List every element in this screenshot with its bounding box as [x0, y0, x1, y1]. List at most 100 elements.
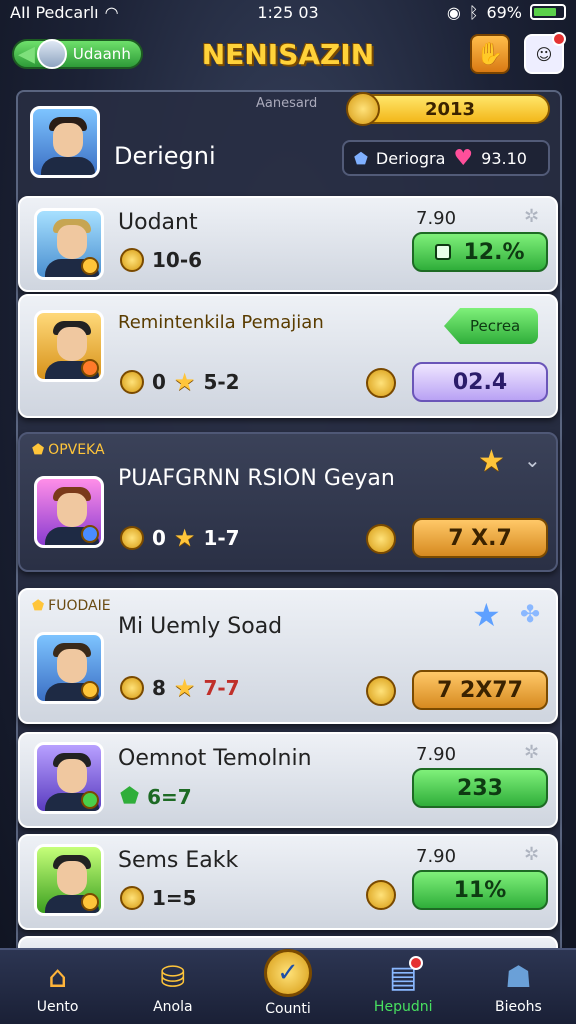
check-icon: ✓: [264, 949, 312, 997]
value-button[interactable]: 02.4: [412, 362, 548, 402]
stat-b-text: 5-2: [203, 370, 240, 394]
favorite-icon[interactable]: ✲: [524, 206, 539, 227]
player-name: Uodant: [118, 210, 198, 235]
stat-text: 6=7: [147, 784, 192, 809]
player-portrait: [30, 106, 100, 178]
price-label: 7 2X77: [437, 677, 523, 703]
back-label: Udaanh: [72, 45, 131, 63]
tag-text: FUODAIE: [48, 598, 111, 614]
avatar: [36, 39, 67, 69]
player-name: Remintenkila Pemajian: [118, 312, 324, 333]
hand-button[interactable]: ✋: [470, 34, 510, 74]
player-name: Oemnot Temolnin: [118, 746, 312, 771]
nav-label: Bieohs: [494, 999, 542, 1015]
stat-b-text: 7-7: [203, 676, 240, 700]
tag-text: OPVEKA: [48, 442, 105, 458]
player-stat: 0 ★ 1-7: [120, 524, 240, 552]
nav-label: Hepudni: [373, 999, 433, 1015]
list-item[interactable]: Uodant 10-6 7.90 ✲ 12.%: [18, 196, 558, 292]
list-item[interactable]: Sems Eakk 1=5 7.90 ✲ 11%: [18, 834, 558, 930]
bottom-nav: ⌂ Uento ⛁ Anola ✓ Counti ▤ Hepudni ☗ Bie…: [0, 948, 576, 1024]
nav-label: Uento: [36, 999, 79, 1015]
tag-icon: ⬟: [120, 784, 140, 809]
notification-dot: [552, 32, 566, 46]
stat-b-text: 1-7: [203, 526, 240, 550]
list-item[interactable]: Oemnot Temolnin ⬟ 6=7 7.90 ✲ 233: [18, 732, 558, 828]
coin-icon: [366, 676, 396, 706]
buy-label: 11%: [453, 877, 507, 903]
buy-button[interactable]: 233: [412, 768, 548, 808]
stat-label: Deriogra: [375, 148, 446, 168]
player-portrait: [34, 476, 104, 548]
player-stat: 8 ★ 7-7: [120, 674, 240, 702]
puzzle-icon[interactable]: ✤: [520, 600, 540, 628]
back-button[interactable]: ◀ Udaanh: [12, 39, 143, 69]
star-icon[interactable]: ★: [478, 444, 505, 479]
player-portrait: [34, 310, 104, 382]
people-icon: ☗: [504, 959, 532, 995]
star-outline-icon[interactable]: ★: [472, 596, 501, 634]
profile-subtitle: Aanesard: [256, 96, 318, 111]
coin-icon: [366, 368, 396, 398]
home-icon: ⌂: [48, 959, 68, 995]
price-text: 7.90: [416, 846, 457, 867]
price-button[interactable]: 7 2X77: [412, 670, 548, 710]
player-stat: 0 ★ 5-2: [120, 368, 240, 396]
checkbox-icon: [435, 244, 452, 260]
player-portrait: [34, 844, 104, 916]
profile-summary: Aanesard Deriegni 2013 ⬟ Deriogra ♥ 93.1…: [16, 92, 562, 196]
header: ◀ Udaanh NENISAZIN ✋ ☺: [0, 28, 576, 80]
player-portrait: [34, 742, 104, 814]
player-name: Sems Eakk: [118, 848, 239, 873]
nav-counti[interactable]: ✓ Counti: [230, 949, 345, 1024]
nav-hepudni[interactable]: ▤ Hepudni: [346, 950, 461, 1024]
profile-button[interactable]: ☺: [524, 32, 566, 74]
favorite-icon[interactable]: ✲: [524, 844, 539, 865]
list-item[interactable]: Remintenkila Pemajian Pecrea 0 ★ 5-2 02.…: [18, 294, 558, 418]
heart-icon: ♥: [453, 145, 474, 171]
buy-button[interactable]: 12.%: [412, 232, 548, 272]
price-label: 7 X.7: [448, 525, 512, 551]
battery-icon: [530, 4, 566, 20]
profile-avatar-icon: ☺: [535, 44, 553, 64]
arrow-button-label: Pecrea: [470, 317, 521, 335]
nav-anola[interactable]: ⛁ Anola: [115, 950, 230, 1024]
nav-bieohs[interactable]: ☗ Bieohs: [461, 950, 576, 1024]
list-item[interactable]: ⬟ FUODAIE Mi Uemly Soad ★ ✤ 8 ★ 7-7 7 2X…: [18, 588, 558, 724]
back-arrow-icon: ◀: [18, 41, 35, 67]
gold-progress: 2013: [346, 92, 550, 126]
stat-text: 1=5: [152, 886, 197, 910]
player-stat: 10-6: [120, 248, 202, 272]
stat-text: 10-6: [152, 248, 203, 272]
gold-value: 2013: [424, 98, 476, 120]
coin-icon: [120, 370, 144, 394]
player-stat: ⬟ 6=7: [120, 784, 192, 809]
stat-a-text: 0: [152, 370, 166, 394]
buy-label: 12.%: [463, 239, 525, 265]
player-stat: 1=5: [120, 886, 197, 910]
star-icon: ★: [173, 674, 196, 702]
bucket-icon: ⛁: [160, 959, 186, 995]
buy-button[interactable]: 11%: [412, 870, 548, 910]
pecrea-button[interactable]: Pecrea: [444, 308, 539, 344]
price-button[interactable]: 7 X.7: [412, 518, 548, 558]
coin-icon: [120, 676, 144, 700]
chevron-down-icon[interactable]: ⌄: [524, 448, 541, 472]
nav-home[interactable]: ⌂ Uento: [0, 950, 115, 1024]
price-text: 7.90: [416, 208, 457, 229]
tag-icon: ⬟: [32, 598, 45, 614]
star-icon: ★: [173, 368, 196, 396]
player-name: Mi Uemly Soad: [118, 614, 283, 639]
tag-icon: ⬟: [32, 442, 45, 458]
list-item[interactable]: ⬟ OPVEKA PUAFGRNN RSION Geyan ★ ⌄ 0 ★ 1-…: [18, 432, 558, 572]
price-text: 7.90: [416, 744, 457, 765]
badge-icon: ⬟: [354, 148, 368, 168]
notification-dot: [408, 956, 423, 970]
favorite-icon[interactable]: ✲: [524, 742, 539, 763]
buy-label: 233: [457, 775, 503, 801]
coin-icon: [366, 880, 396, 910]
coin-icon: [120, 886, 144, 910]
hand-icon: ✋: [476, 41, 504, 67]
value-label: 02.4: [452, 369, 508, 395]
player-portrait: [34, 208, 104, 280]
